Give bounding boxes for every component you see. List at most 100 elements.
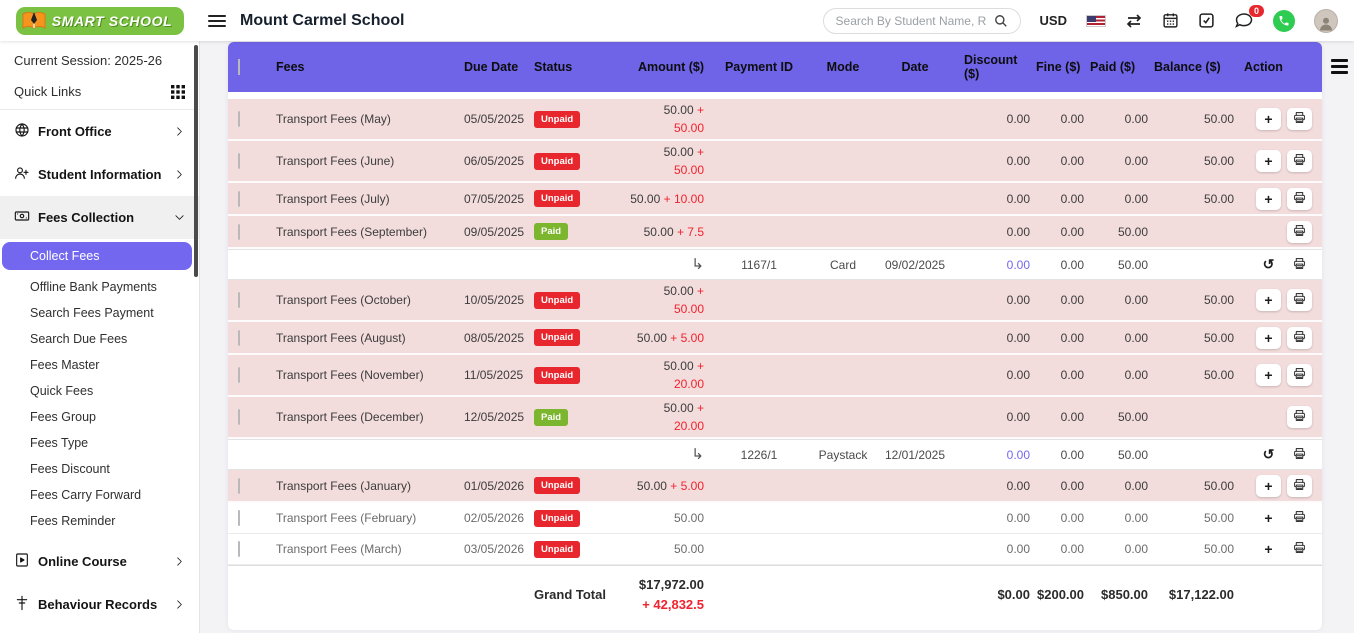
due-date: 11/05/2025 <box>464 368 524 382</box>
sidebar-subitem-search-fees-payment[interactable]: Search Fees Payment <box>0 300 199 326</box>
sidebar-item-multi-branch[interactable]: Multi Branch <box>0 626 199 633</box>
paid-value: 0.00 <box>1124 293 1148 307</box>
add-payment-button[interactable]: + <box>1256 150 1281 172</box>
add-payment-button[interactable]: + <box>1256 187 1281 210</box>
print-button[interactable] <box>1287 326 1312 349</box>
print-button[interactable] <box>1287 406 1312 428</box>
sidebar-subitem-quick-fees[interactable]: Quick Fees <box>0 378 199 404</box>
print-button[interactable] <box>1287 474 1312 497</box>
column-header-status: Status <box>534 60 573 74</box>
row-checkbox[interactable] <box>238 111 240 127</box>
fee-row: Transport Fees (May) 05/05/2025 Unpaid 50.0… <box>228 99 1322 141</box>
row-checkbox[interactable] <box>238 292 240 308</box>
printer-icon <box>1293 111 1306 127</box>
payment-mode: Card <box>829 257 856 272</box>
chat-icon[interactable]: 0 <box>1234 5 1264 29</box>
print-button[interactable] <box>1287 108 1312 130</box>
sidebar-subitem-fees-master[interactable]: Fees Master <box>0 352 199 378</box>
paid-value: 0.00 <box>1124 154 1148 168</box>
sidebar-scrollbar[interactable] <box>194 45 198 277</box>
print-button[interactable] <box>1287 150 1312 172</box>
fee-name: Transport Fees (March) <box>276 542 402 556</box>
payment-id: 1167/1 <box>741 257 777 272</box>
balance-value: 50.00 <box>1203 191 1234 206</box>
student-search-input[interactable]: Search By Student Name, R <box>822 7 1021 34</box>
fee-row: Transport Fees (December) 12/05/2025 Paid 5… <box>228 397 1322 439</box>
sidebar-subitem-fees-discount[interactable]: Fees Discount <box>0 456 199 482</box>
amount-value: 50.00 +50.00 <box>663 284 704 316</box>
user-avatar[interactable] <box>1314 8 1338 33</box>
add-payment-button[interactable]: + <box>1256 507 1281 529</box>
sidebar-item-front-office[interactable]: Front Office <box>0 110 199 153</box>
sidebar-subitem-offline-bank-payments[interactable]: Offline Bank Payments <box>0 274 199 300</box>
row-checkbox[interactable] <box>238 541 240 557</box>
currency-selector[interactable]: USD <box>1040 13 1067 28</box>
revert-payment-button[interactable]: ↺ <box>1256 253 1281 276</box>
balance-value: 50.00 <box>1203 478 1234 493</box>
whatsapp-icon[interactable] <box>1273 9 1295 32</box>
sidebar-item-behaviour-records[interactable]: Behaviour Records <box>0 583 199 626</box>
balance-value: 50.00 <box>1203 112 1234 126</box>
table-menu-icon[interactable] <box>1331 59 1348 74</box>
row-checkbox[interactable] <box>238 477 240 494</box>
paid-value: 50.00 <box>1117 224 1148 239</box>
payment-discount-link[interactable]: 0.00 <box>958 258 1030 272</box>
print-button[interactable] <box>1287 538 1312 560</box>
print-button[interactable] <box>1287 253 1312 276</box>
add-payment-button[interactable]: + <box>1256 538 1281 560</box>
language-flag-icon[interactable] <box>1086 14 1106 27</box>
sidebar-subitem-fees-reminder[interactable]: Fees Reminder <box>0 508 199 534</box>
add-payment-button[interactable]: + <box>1256 474 1281 497</box>
revert-payment-button[interactable]: ↺ <box>1256 443 1281 466</box>
sidebar-subitem-search-due-fees[interactable]: Search Due Fees <box>0 326 199 352</box>
logo[interactable]: SMART SCHOOL <box>0 6 200 35</box>
print-button[interactable] <box>1287 187 1312 210</box>
select-all-checkbox[interactable] <box>238 59 240 75</box>
sidebar-item-fees-collection[interactable]: Fees Collection <box>0 196 199 239</box>
row-checkbox[interactable] <box>238 510 240 526</box>
sidebar-item-student-information[interactable]: Student Information <box>0 153 199 196</box>
column-header-action: Action <box>1244 60 1283 74</box>
row-checkbox[interactable] <box>238 153 240 169</box>
add-payment-button[interactable]: + <box>1256 326 1281 349</box>
swap-arrows-icon[interactable] <box>1125 13 1143 28</box>
payment-fine: 0.00 <box>1060 257 1084 272</box>
printer-icon <box>1293 510 1306 526</box>
add-payment-button[interactable]: + <box>1256 108 1281 130</box>
row-checkbox[interactable] <box>238 329 240 346</box>
sidebar-subitem-fees-type[interactable]: Fees Type <box>0 430 199 456</box>
printer-icon <box>1293 478 1306 494</box>
payment-branch-arrow-icon: ↳ <box>691 256 704 273</box>
sidebar-subitem-fees-group[interactable]: Fees Group <box>0 404 199 430</box>
calendar-icon[interactable] <box>1162 12 1179 29</box>
row-checkbox[interactable] <box>238 409 240 425</box>
sidebar-item-online-course[interactable]: Online Course <box>0 540 199 583</box>
print-button[interactable] <box>1287 443 1312 466</box>
sidebar-subitem-collect-fees[interactable]: Collect Fees <box>2 242 192 270</box>
fine-value: 0.00 <box>1060 511 1084 525</box>
fee-name: Transport Fees (May) <box>276 112 391 126</box>
discount-value: 0.00 <box>1006 112 1030 126</box>
payment-branch-arrow-icon: ↳ <box>691 446 704 463</box>
quick-links[interactable]: Quick Links <box>0 76 199 110</box>
sidebar-subitem-fees-carry-forward[interactable]: Fees Carry Forward <box>0 482 199 508</box>
print-button[interactable] <box>1287 364 1312 386</box>
chevron-right-icon <box>174 599 185 610</box>
todo-task-icon[interactable] <box>1198 12 1215 29</box>
print-button[interactable] <box>1287 289 1312 311</box>
print-button[interactable] <box>1287 220 1312 243</box>
row-checkbox[interactable] <box>238 223 240 240</box>
chat-badge: 0 <box>1248 5 1264 17</box>
amount-value: 50.00 <box>673 511 704 525</box>
add-payment-button[interactable]: + <box>1256 289 1281 311</box>
sidebar-toggle-icon[interactable] <box>208 14 226 27</box>
row-checkbox[interactable] <box>238 190 240 207</box>
print-button[interactable] <box>1287 507 1312 529</box>
row-checkbox[interactable] <box>238 367 240 383</box>
printer-icon <box>1293 409 1306 425</box>
payment-discount-link[interactable]: 0.00 <box>958 448 1030 462</box>
discount-value: 0.00 <box>1006 368 1030 382</box>
status-badge: Unpaid <box>534 291 581 309</box>
table-body: Transport Fees (May) 05/05/2025 Unpaid 50.0… <box>228 99 1322 565</box>
add-payment-button[interactable]: + <box>1256 364 1281 386</box>
